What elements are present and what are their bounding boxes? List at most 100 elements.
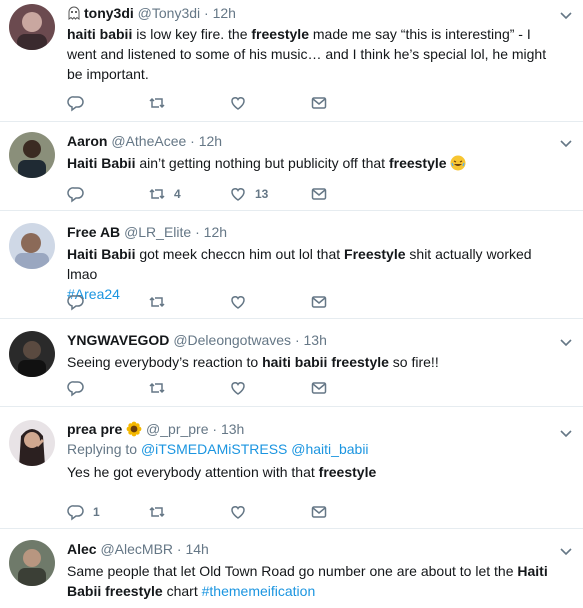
rolling-laughing-emoji-icon <box>450 155 466 171</box>
chevron-down-icon[interactable] <box>559 426 573 440</box>
timestamp[interactable]: 12h <box>204 224 227 240</box>
message-button[interactable] <box>310 293 391 311</box>
display-name[interactable]: Aaron <box>67 133 107 149</box>
like-button[interactable] <box>229 379 310 397</box>
like-button[interactable]: 13 <box>229 185 310 203</box>
message-button[interactable] <box>310 379 391 397</box>
retweet-button[interactable] <box>148 379 229 397</box>
message-button[interactable] <box>310 185 391 203</box>
avatar[interactable] <box>9 420 55 466</box>
message-button[interactable] <box>310 503 391 521</box>
hashtag-link[interactable]: #thememeification <box>202 583 316 599</box>
tweet-header: Aaron @AtheAcee · 12h <box>67 132 553 150</box>
avatar[interactable] <box>9 132 55 178</box>
tweet-actions <box>67 378 391 398</box>
reply-button[interactable] <box>67 379 148 397</box>
user-handle[interactable]: @AtheAcee <box>111 133 186 149</box>
sunflower-emoji-icon <box>126 421 142 437</box>
reply-icon <box>67 505 84 521</box>
tweet-header: YNGWAVEGOD @Deleongotwaves · 13h <box>67 331 553 349</box>
like-count: 13 <box>255 187 269 201</box>
separator-dot: · <box>204 5 209 21</box>
avatar[interactable] <box>9 4 55 50</box>
display-name[interactable]: prea pre <box>67 421 122 437</box>
user-handle[interactable]: @AlecMBR <box>100 541 173 557</box>
tweet-text: Yes he got everybody attention with that… <box>67 462 553 482</box>
replying-to: Replying to @iTSMEDAMiSTRESS @haiti_babi… <box>67 440 553 458</box>
like-button[interactable] <box>229 293 310 311</box>
message-button[interactable] <box>310 94 391 112</box>
text-segment: freestyle <box>251 26 309 42</box>
text-segment: freestyle <box>388 155 447 171</box>
tweet[interactable]: YNGWAVEGOD @Deleongotwaves · 13h Seeing … <box>0 319 583 407</box>
text-segment: haiti babii <box>67 26 133 42</box>
text-segment: Freestyle <box>344 246 406 262</box>
avatar[interactable] <box>9 223 55 269</box>
envelope-icon <box>311 296 327 308</box>
reply-button[interactable] <box>67 185 148 203</box>
retweet-button[interactable] <box>148 503 229 521</box>
user-handle[interactable]: @Deleongotwaves <box>173 332 291 348</box>
display-name[interactable]: Alec <box>67 541 97 557</box>
heart-icon <box>231 97 245 110</box>
display-name[interactable]: tony3di <box>84 5 134 21</box>
reply-button[interactable] <box>67 293 148 311</box>
text-segment: Seeing everybody’s reaction to <box>67 354 263 370</box>
timestamp[interactable]: 13h <box>304 332 327 348</box>
tweet-actions <box>67 93 391 113</box>
avatar[interactable] <box>9 540 55 586</box>
reply-count: 1 <box>93 505 100 519</box>
text-segment: got meek checcn him out lol that <box>135 246 345 262</box>
text-segment: ain’t getting nothing but publicity off … <box>135 155 389 171</box>
text-segment: chart <box>162 583 202 599</box>
separator-dot: · <box>190 133 195 149</box>
timestamp[interactable]: 12h <box>199 133 222 149</box>
tweet-text: haiti babii is low key fire. the freesty… <box>67 24 553 84</box>
envelope-icon <box>311 97 327 109</box>
tweet[interactable]: tony3di @Tony3di · 12h haiti babii is lo… <box>0 0 583 122</box>
tweet[interactable]: Alec @AlecMBR · 14h Same people that let… <box>0 529 583 608</box>
tweet-feed: tony3di @Tony3di · 12h haiti babii is lo… <box>0 0 583 608</box>
chevron-down-icon[interactable] <box>559 136 573 150</box>
envelope-icon <box>311 188 327 200</box>
retweet-icon <box>149 296 165 308</box>
timestamp[interactable]: 12h <box>213 5 236 21</box>
reply-button[interactable] <box>67 94 148 112</box>
text-segment: is low key fire. the <box>132 26 252 42</box>
chevron-down-icon[interactable] <box>559 8 573 22</box>
tweet[interactable]: Free AB @LR_Elite · 12h Haiti Babii got … <box>0 211 583 319</box>
tweet-text: Seeing everybody’s reaction to haiti bab… <box>67 352 553 372</box>
text-segment: Same people that let Old Town Road go nu… <box>67 563 518 579</box>
text-segment: so fire!! <box>388 354 439 370</box>
retweet-icon <box>149 188 165 200</box>
retweet-icon <box>149 97 165 109</box>
tweet-text: Haiti Babii ain’t getting nothing but pu… <box>67 153 553 173</box>
tweet-actions: 1 <box>67 502 391 522</box>
like-button[interactable] <box>229 94 310 112</box>
chevron-down-icon[interactable] <box>559 544 573 558</box>
retweet-button[interactable] <box>148 293 229 311</box>
user-handle[interactable]: @_pr_pre <box>146 421 208 437</box>
tweet-text: Same people that let Old Town Road go nu… <box>67 561 553 601</box>
like-button[interactable] <box>229 503 310 521</box>
timestamp[interactable]: 13h <box>221 421 244 437</box>
user-handle[interactable]: @Tony3di <box>138 5 200 21</box>
retweet-icon <box>149 506 165 518</box>
tweet-header: Free AB @LR_Elite · 12h <box>67 223 553 241</box>
reply-mentions[interactable]: @iTSMEDAMiSTRESS @haiti_babii <box>141 441 369 457</box>
text-segment: Yes he got everybody attention with that <box>67 464 319 480</box>
user-handle[interactable]: @LR_Elite <box>124 224 191 240</box>
chevron-down-icon[interactable] <box>559 335 573 349</box>
timestamp[interactable]: 14h <box>185 541 208 557</box>
retweet-button[interactable]: 4 <box>148 185 229 203</box>
tweet[interactable]: prea pre @_pr_pre · 13h Replying to @iTS… <box>0 407 583 529</box>
heart-icon <box>231 188 245 201</box>
reply-icon <box>67 187 84 203</box>
retweet-button[interactable] <box>148 94 229 112</box>
reply-button[interactable]: 1 <box>67 503 148 521</box>
display-name[interactable]: YNGWAVEGOD <box>67 332 169 348</box>
display-name[interactable]: Free AB <box>67 224 120 240</box>
avatar[interactable] <box>9 331 55 377</box>
tweet[interactable]: Aaron @AtheAcee · 12h Haiti Babii ain’t … <box>0 122 583 211</box>
tweet-header: Alec @AlecMBR · 14h <box>67 540 553 558</box>
